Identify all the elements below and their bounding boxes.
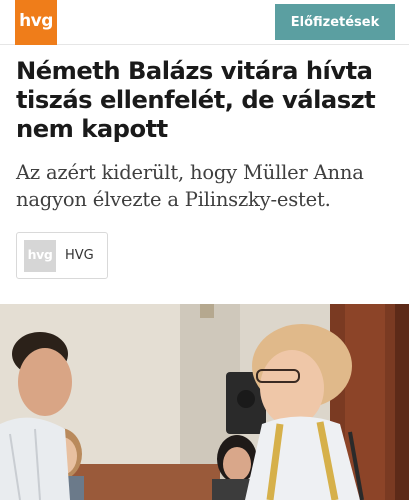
hvg-logo[interactable]: hvg <box>15 0 57 45</box>
subscriptions-button[interactable]: Előfizetések <box>275 4 395 40</box>
author-name: HVG <box>65 248 94 263</box>
top-navigation-bar: hvg Előfizetések <box>0 0 409 45</box>
article-lead: Az azért kiderült, hogy Müller Anna nagy… <box>16 161 364 211</box>
author-chip[interactable]: hvg HVG <box>16 232 108 279</box>
subscriptions-button-label: Előfizetések <box>290 14 380 30</box>
hvg-logo-text: hvg <box>19 10 53 31</box>
author-avatar: hvg <box>24 239 56 272</box>
hero-photo-illustration <box>0 304 409 500</box>
author-avatar-text: hvg <box>27 247 53 262</box>
article-hero-photo <box>0 304 409 500</box>
article-headline: Németh Balázs vitára hívta tiszás ellenf… <box>16 57 376 143</box>
